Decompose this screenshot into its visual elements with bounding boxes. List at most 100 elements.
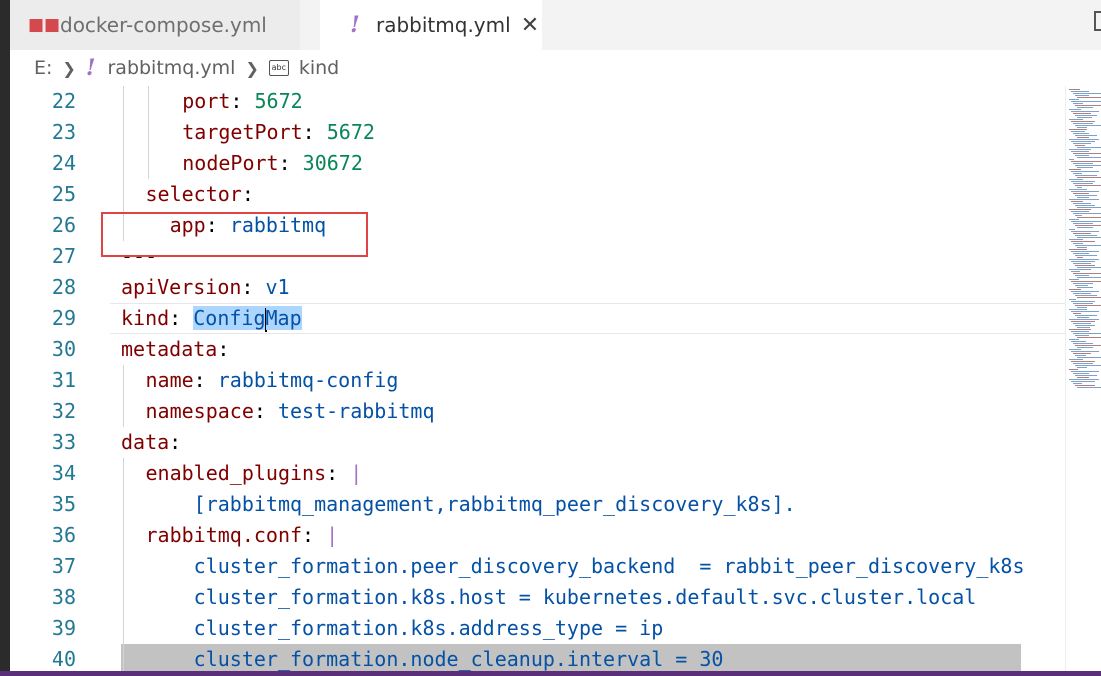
minimap-line	[1077, 147, 1101, 148]
minimap-line	[1071, 141, 1095, 142]
minimap-line	[1073, 303, 1093, 304]
minimap-line	[1077, 217, 1101, 218]
minimap-line	[1069, 99, 1079, 100]
code-token: cluster_formation.k8s.host = kubernetes.…	[145, 585, 977, 609]
minimap-line	[1069, 139, 1099, 140]
minimap-line	[1075, 385, 1095, 386]
minimap-line	[1075, 305, 1101, 306]
breadcrumb-drive[interactable]: E:	[34, 57, 52, 79]
minimap-line	[1071, 161, 1101, 162]
code-line[interactable]: 38 cluster_formation.k8s.host = kubernet…	[10, 582, 1065, 613]
indent-guide	[123, 117, 124, 148]
code-line[interactable]: 23 targetPort: 5672	[10, 117, 1065, 148]
line-number: 37	[51, 554, 76, 578]
minimap-line	[1073, 263, 1091, 264]
code-line[interactable]: 28 apiVersion: v1	[10, 272, 1065, 303]
minimap-line	[1075, 195, 1097, 196]
minimap-line	[1075, 95, 1089, 96]
code-line[interactable]: 35 [rabbitmq_management,rabbitmq_peer_di…	[10, 489, 1065, 520]
code-line[interactable]: 36 rabbitmq.conf: |	[10, 520, 1065, 551]
indent-guide	[123, 489, 124, 520]
code-line[interactable]: 25 selector:	[10, 179, 1065, 210]
tab-rabbitmq[interactable]: ! rabbitmq.yml ✕	[320, 0, 542, 50]
minimap-line	[1077, 207, 1101, 208]
code-text: selector:	[146, 179, 254, 210]
minimap-line	[1077, 97, 1101, 98]
tab-docker-compose[interactable]: ■■ docker-compose.yml	[10, 0, 300, 50]
minimap-line	[1071, 351, 1099, 352]
code-token: apiVersion	[121, 275, 242, 299]
minimap-line	[1069, 179, 1083, 180]
code-text: cluster_formation.peer_discovery_backend…	[146, 551, 1025, 582]
minimap-line	[1071, 381, 1095, 382]
code-text: [rabbitmq_management,rabbitmq_peer_disco…	[146, 489, 796, 520]
minimap-line	[1077, 227, 1093, 228]
tab-label: docker-compose.yml	[60, 13, 267, 37]
code-token: :	[302, 120, 327, 144]
minimap-line	[1075, 115, 1097, 116]
code-line[interactable]: 32 namespace: test-rabbitmq	[10, 396, 1065, 427]
split-editor-icon[interactable]	[1094, 11, 1101, 31]
code-token: [rabbitmq_management,rabbitmq_peer_disco…	[145, 492, 796, 516]
code-line[interactable]: 30 metadata:	[10, 334, 1065, 365]
breadcrumb: E: ❯ ! rabbitmq.yml ❯ abc kind	[10, 50, 1101, 86]
minimap-line	[1073, 313, 1081, 314]
minimap-line	[1069, 359, 1083, 360]
code-token: :	[241, 182, 254, 206]
code-editor[interactable]: 22 port: 5672 23 targetPort: 5672 24 nodePort…	[10, 86, 1065, 676]
minimap-line	[1071, 221, 1101, 222]
minimap-line	[1073, 333, 1101, 334]
minimap-line	[1071, 171, 1099, 172]
minimap-line	[1075, 135, 1097, 136]
minimap-line	[1077, 167, 1093, 168]
minimap-line	[1069, 329, 1091, 330]
code-line[interactable]: 22 port: 5672	[10, 86, 1065, 117]
minimap-line	[1077, 107, 1093, 108]
code-line[interactable]: 31 name: rabbitmq-config	[10, 365, 1065, 396]
code-token: enabled_plugins	[145, 461, 327, 485]
line-number: 33	[51, 430, 76, 454]
minimap-line	[1077, 197, 1089, 198]
minimap-line	[1073, 273, 1101, 274]
code-token: 30672	[302, 151, 363, 175]
minimap-line	[1075, 275, 1089, 276]
line-number: 35	[51, 492, 76, 516]
code-token: cluster_formation.k8s.address_type = ip	[145, 616, 664, 640]
minimap-line	[1069, 379, 1099, 380]
code-line[interactable]: 39 cluster_formation.k8s.address_type = …	[10, 613, 1065, 644]
minimap-line	[1077, 137, 1089, 138]
code-token: name	[145, 368, 194, 392]
code-token: v1	[265, 275, 290, 299]
close-icon[interactable]: ✕	[521, 13, 539, 38]
minimap-line	[1071, 321, 1095, 322]
minimap-line	[1069, 229, 1075, 230]
code-token: cluster_formation.peer_discovery_backend…	[145, 554, 1025, 578]
minimap[interactable]	[1065, 86, 1101, 676]
code-token: :	[253, 399, 278, 423]
breadcrumb-file[interactable]: rabbitmq.yml	[107, 57, 235, 79]
minimap-line	[1071, 251, 1099, 252]
code-line[interactable]: 34 enabled_plugins: |	[10, 458, 1065, 489]
code-token: data	[121, 430, 170, 454]
code-text: name: rabbitmq-config	[146, 365, 399, 396]
minimap-line	[1071, 101, 1101, 102]
minimap-line	[1069, 199, 1099, 200]
tab-bar: ■■ docker-compose.yml ! rabbitmq.yml ✕	[10, 0, 1101, 50]
minimap-line	[1071, 301, 1095, 302]
line-number: 32	[51, 399, 76, 423]
minimap-line	[1077, 237, 1101, 238]
minimap-line	[1075, 315, 1097, 316]
minimap-line	[1077, 327, 1090, 328]
code-text: enabled_plugins: |	[146, 458, 363, 489]
line-number: 38	[51, 585, 76, 609]
minimap-line	[1071, 211, 1089, 212]
minimap-line	[1073, 163, 1093, 164]
code-line[interactable]: 33 data:	[10, 427, 1065, 458]
code-line[interactable]: 24 nodePort: 30672	[10, 148, 1065, 179]
minimap-line	[1075, 355, 1086, 356]
code-line[interactable]: 37 cluster_formation.peer_discovery_back…	[10, 551, 1065, 582]
minimap-line	[1075, 145, 1085, 146]
code-line[interactable]: 29 kind: ConfigMap	[10, 303, 1065, 334]
breadcrumb-symbol[interactable]: kind	[299, 57, 339, 79]
minimap-line	[1069, 109, 1081, 110]
